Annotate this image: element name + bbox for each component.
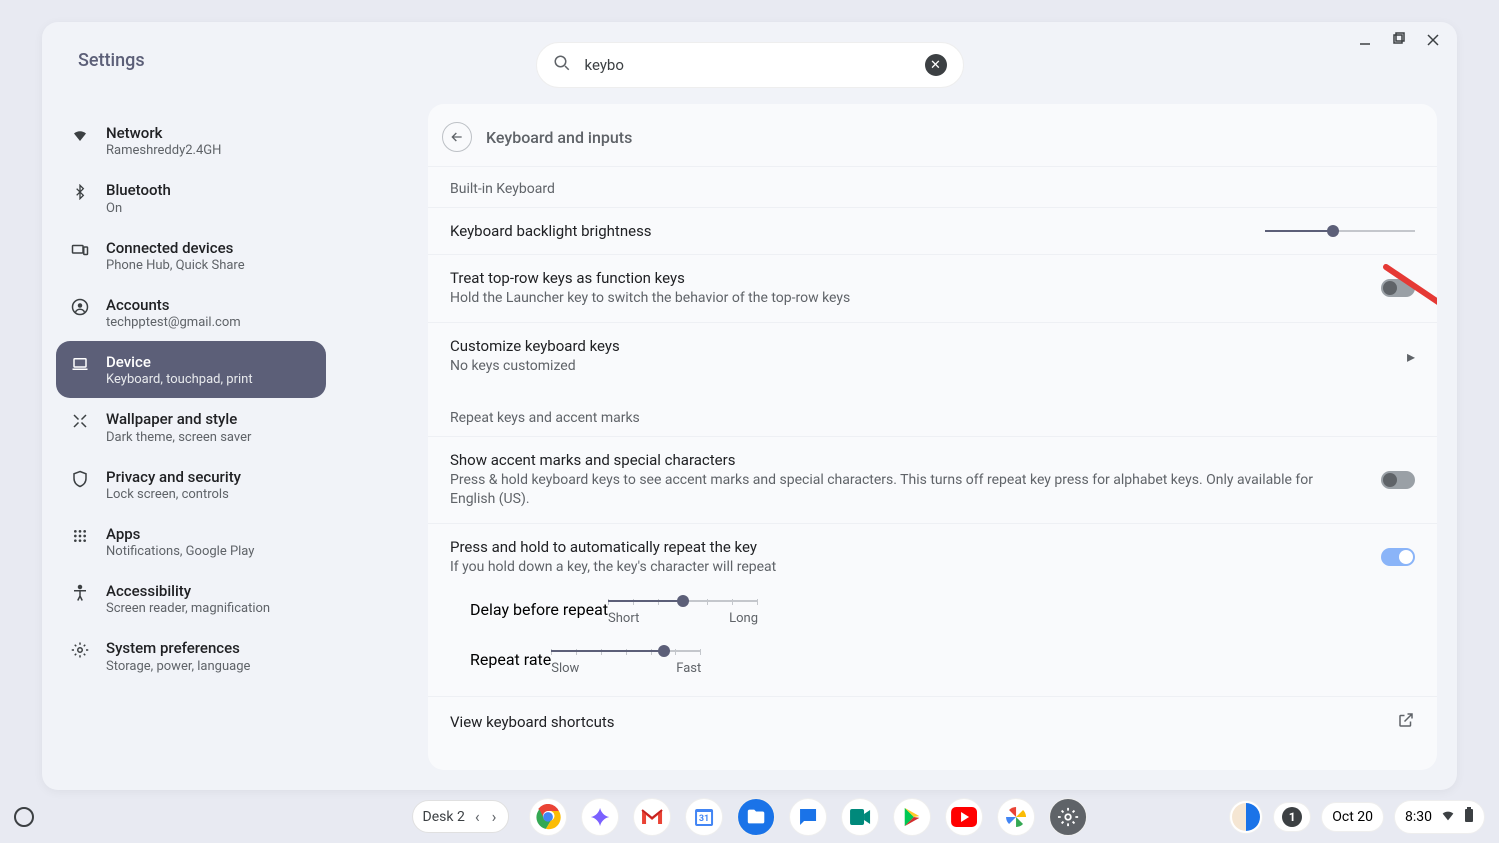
sidebar-item-device[interactable]: DeviceKeyboard, touchpad, print — [56, 341, 326, 398]
gmail-icon[interactable] — [633, 798, 671, 836]
minimize-button[interactable] — [1357, 32, 1373, 52]
wifi-icon — [70, 125, 90, 145]
gemini-icon[interactable] — [581, 798, 619, 836]
svg-text:31: 31 — [699, 814, 709, 824]
desk-switcher[interactable]: Desk 2 ‹ › — [412, 800, 510, 833]
row-delay: Delay before repeat ShortLong — [428, 590, 1437, 640]
laptop-icon — [70, 354, 90, 374]
sidebar-item-accessibility[interactable]: AccessibilityScreen reader, magnificatio… — [56, 570, 326, 627]
sidebar-item-bluetooth[interactable]: BluetoothOn — [56, 169, 326, 226]
play-store-icon[interactable] — [893, 798, 931, 836]
apps-icon — [70, 526, 90, 546]
window-controls — [1357, 32, 1441, 52]
avatar-pill[interactable] — [1229, 800, 1263, 834]
calendar-icon[interactable]: 31 — [685, 798, 723, 836]
sidebar-item-network[interactable]: NetworkRameshreddy2.4GH — [56, 112, 326, 169]
section-repeat: Repeat keys and accent marks — [428, 390, 1437, 436]
row-function-keys: Treat top-row keys as function keysHold … — [428, 254, 1437, 322]
wallpaper-icon — [70, 411, 90, 431]
accent-toggle[interactable] — [1381, 471, 1415, 489]
sidebar-item-accounts[interactable]: Accountstechpptest@gmail.com — [56, 284, 326, 341]
chrome-icon[interactable] — [529, 798, 567, 836]
a11y-icon — [70, 583, 90, 603]
chevron-right-icon: ▸ — [1407, 347, 1415, 366]
battery-status-icon — [1464, 807, 1474, 827]
shelf-tray: 1 Oct 20 8:30 — [1229, 800, 1485, 834]
back-button[interactable] — [442, 122, 472, 152]
function-keys-toggle[interactable] — [1381, 279, 1415, 297]
sidebar-item-privacy[interactable]: Privacy and securityLock screen, control… — [56, 456, 326, 513]
meet-icon[interactable] — [841, 798, 879, 836]
row-rate: Repeat rate SlowFast — [428, 640, 1437, 690]
close-button[interactable] — [1425, 32, 1441, 52]
search-input[interactable] — [585, 56, 925, 74]
rate-slider[interactable]: SlowFast — [551, 650, 701, 676]
open-external-icon — [1397, 711, 1415, 733]
row-shortcuts[interactable]: View keyboard shortcuts — [428, 696, 1437, 747]
section-builtin: Built-in Keyboard — [428, 166, 1437, 207]
sidebar-item-apps[interactable]: AppsNotifications, Google Play — [56, 513, 326, 570]
maximize-button[interactable] — [1391, 32, 1407, 52]
page-title: Keyboard and inputs — [486, 128, 632, 147]
row-customize-keys[interactable]: Customize keyboard keysNo keys customize… — [428, 322, 1437, 390]
clear-search-button[interactable]: ✕ — [925, 54, 947, 76]
date-pill[interactable]: Oct 20 — [1321, 802, 1384, 832]
notifications-pill[interactable]: 1 — [1273, 802, 1311, 832]
sidebar-item-wallpaper[interactable]: Wallpaper and styleDark theme, screen sa… — [56, 398, 326, 455]
app-title: Settings — [78, 50, 145, 71]
sidebar-item-system[interactable]: System preferencesStorage, power, langua… — [56, 627, 326, 684]
shelf: Desk 2 ‹ › 31 1 Oct 20 8:30 — [0, 790, 1499, 843]
row-repeat-key: Press and hold to automatically repeat t… — [428, 523, 1437, 591]
youtube-icon[interactable] — [945, 798, 983, 836]
delay-slider[interactable]: ShortLong — [608, 600, 758, 626]
messages-icon[interactable] — [789, 798, 827, 836]
search-bar[interactable]: ✕ — [536, 42, 964, 88]
account-icon — [70, 297, 90, 317]
bluetooth-icon — [70, 182, 90, 202]
files-icon[interactable] — [737, 798, 775, 836]
settings-window: Settings ✕ NetworkRameshreddy2.4GH Bluet… — [42, 22, 1457, 790]
row-backlight: Keyboard backlight brightness — [428, 207, 1437, 254]
search-icon — [553, 54, 571, 76]
desk-prev[interactable]: ‹ — [473, 807, 482, 826]
shelf-apps: Desk 2 ‹ › 31 — [412, 798, 1088, 836]
desk-next[interactable]: › — [490, 807, 499, 826]
photos-icon[interactable] — [997, 798, 1035, 836]
sidebar-item-connected-devices[interactable]: Connected devicesPhone Hub, Quick Share — [56, 227, 326, 284]
status-tray[interactable]: 8:30 — [1394, 800, 1485, 834]
backlight-slider[interactable] — [1265, 230, 1415, 232]
launcher-button[interactable] — [14, 807, 34, 827]
settings-app-icon[interactable] — [1049, 798, 1087, 836]
wifi-status-icon — [1440, 807, 1456, 827]
row-accent-marks: Show accent marks and special characters… — [428, 436, 1437, 523]
settings-content: Keyboard and inputs Built-in Keyboard Ke… — [428, 104, 1437, 770]
sidebar: NetworkRameshreddy2.4GH BluetoothOn Conn… — [56, 112, 326, 685]
devices-icon — [70, 240, 90, 260]
repeat-toggle[interactable] — [1381, 548, 1415, 566]
gear-icon — [70, 640, 90, 660]
shield-icon — [70, 469, 90, 489]
